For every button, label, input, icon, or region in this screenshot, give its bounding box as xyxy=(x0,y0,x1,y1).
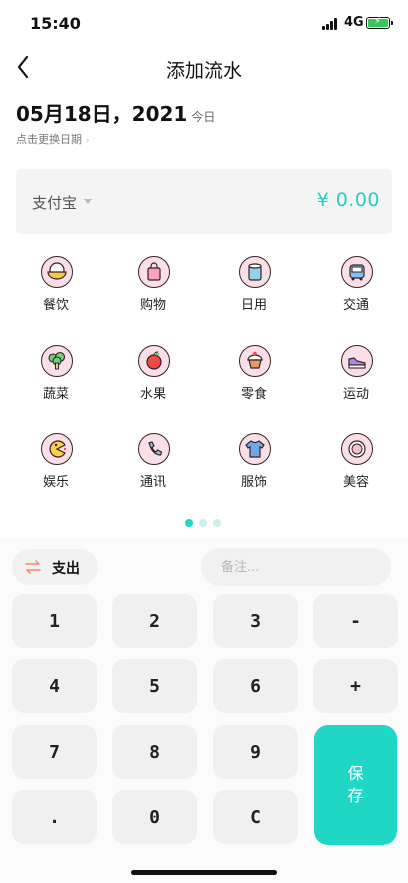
category-snacks[interactable]: 零食 xyxy=(214,345,294,415)
compact-mirror-icon xyxy=(341,433,373,465)
category-vegetables[interactable]: 蔬菜 xyxy=(16,345,96,415)
broccoli-icon xyxy=(41,345,73,377)
account-amount-box[interactable]: 支付宝 ¥ 0.00 xyxy=(16,169,392,234)
category-label: 交通 xyxy=(342,298,369,313)
category-label: 日用 xyxy=(240,298,267,313)
key-minus[interactable]: - xyxy=(313,594,398,648)
pacman-icon xyxy=(41,433,73,465)
category-label: 购物 xyxy=(139,298,166,313)
key-2[interactable]: 2 xyxy=(112,594,197,648)
key-4[interactable]: 4 xyxy=(12,659,97,713)
account-selector[interactable]: 支付宝 xyxy=(32,192,77,213)
category-label: 水果 xyxy=(139,387,166,402)
cupcake-icon xyxy=(239,345,271,377)
date-display[interactable]: 05月18日，2021 今日 xyxy=(16,98,215,127)
category-label: 服饰 xyxy=(240,475,267,490)
tshirt-icon xyxy=(239,433,271,465)
signal-icon xyxy=(322,18,340,30)
category-daily[interactable]: 日用 xyxy=(214,256,294,326)
category-label: 通讯 xyxy=(139,475,166,490)
rice-bowl-icon xyxy=(41,256,73,288)
page-dot[interactable] xyxy=(213,519,221,527)
change-date-label: 点击更换日期 xyxy=(16,133,82,146)
today-label: 今日 xyxy=(191,110,216,124)
category-fruit[interactable]: 水果 xyxy=(113,345,193,415)
category-label: 娱乐 xyxy=(42,475,69,490)
keypad-panel: 支出 1 2 3 - 4 5 6 + 7 8 9 . 0 C 保存 xyxy=(0,538,408,883)
page-dot[interactable] xyxy=(199,519,207,527)
category-entertainment[interactable]: 娱乐 xyxy=(16,433,96,503)
sneaker-icon xyxy=(341,345,373,377)
network-type: 4G xyxy=(344,15,364,30)
category-sports[interactable]: 运动 xyxy=(316,345,396,415)
category-label: 美容 xyxy=(342,475,369,490)
category-label: 运动 xyxy=(342,387,369,402)
category-label: 蔬菜 xyxy=(42,387,69,402)
category-shopping[interactable]: 购物 xyxy=(113,256,193,326)
key-1[interactable]: 1 xyxy=(12,594,97,648)
category-dining[interactable]: 餐饮 xyxy=(16,256,96,326)
expense-type-toggle[interactable]: 支出 xyxy=(12,549,98,585)
category-clothing[interactable]: 服饰 xyxy=(214,433,294,503)
key-plus[interactable]: + xyxy=(313,659,398,713)
toilet-paper-icon xyxy=(239,256,271,288)
nav-bar: 添加流水 xyxy=(0,44,408,90)
note-input[interactable] xyxy=(201,548,391,586)
phone-icon xyxy=(138,433,170,465)
category-label: 零食 xyxy=(240,387,267,402)
key-7[interactable]: 7 xyxy=(12,725,97,779)
home-indicator[interactable] xyxy=(131,870,277,875)
status-time: 15:40 xyxy=(30,14,81,33)
battery-icon: ⚡ xyxy=(366,16,393,29)
date-main: 05月18日，2021 xyxy=(16,102,188,126)
key-decimal[interactable]: . xyxy=(12,790,97,844)
swap-arrows-icon xyxy=(25,560,41,574)
save-button[interactable]: 保存 xyxy=(314,725,397,845)
category-label: 餐饮 xyxy=(42,298,69,313)
key-8[interactable]: 8 xyxy=(112,725,197,779)
shopping-bag-icon xyxy=(138,256,170,288)
page-title: 添加流水 xyxy=(165,60,242,82)
change-date-link[interactable]: 点击更换日期 › xyxy=(16,131,90,147)
key-0[interactable]: 0 xyxy=(112,790,197,844)
amount-display: ¥ 0.00 xyxy=(316,189,380,211)
category-transport[interactable]: 交通 xyxy=(316,256,396,326)
key-clear[interactable]: C xyxy=(213,790,298,844)
save-label: 保存 xyxy=(347,764,364,805)
key-6[interactable]: 6 xyxy=(213,659,298,713)
key-9[interactable]: 9 xyxy=(213,725,298,779)
caret-down-icon xyxy=(84,199,92,204)
bus-icon xyxy=(341,256,373,288)
expense-type-label: 支出 xyxy=(52,561,80,577)
category-telecom[interactable]: 通讯 xyxy=(113,433,193,503)
status-bar: 15:40 4G ⚡ xyxy=(0,0,408,44)
key-3[interactable]: 3 xyxy=(213,594,298,648)
chevron-right-icon: › xyxy=(86,136,90,146)
category-beauty[interactable]: 美容 xyxy=(316,433,396,503)
apple-icon xyxy=(138,345,170,377)
page-dot[interactable] xyxy=(185,519,193,527)
key-5[interactable]: 5 xyxy=(112,659,197,713)
